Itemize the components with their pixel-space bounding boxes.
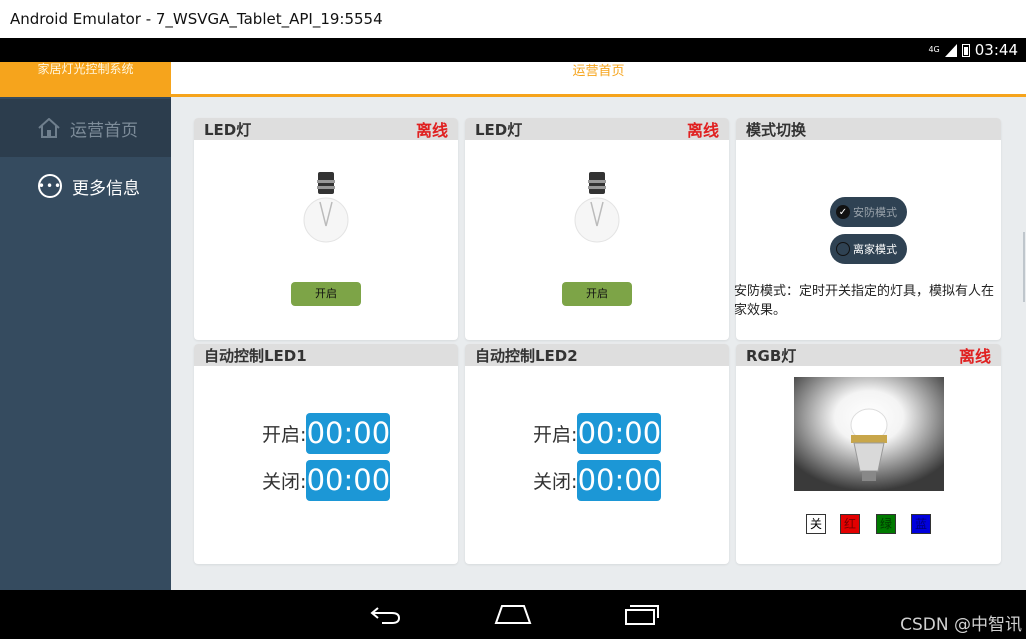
sidebar-item-more[interactable]: ••• 更多信息 bbox=[0, 157, 171, 215]
on-time-input[interactable]: 00:00 bbox=[306, 413, 391, 454]
top-bar: 运营首页 bbox=[171, 62, 1026, 97]
watermark: CSDN @中智讯 bbox=[900, 615, 1022, 635]
turn-on-button[interactable]: 开启 bbox=[562, 282, 632, 306]
signal-icon bbox=[944, 43, 957, 57]
recent-apps-icon[interactable] bbox=[624, 602, 660, 626]
away-mode-option[interactable]: 离家模式 bbox=[830, 234, 907, 264]
led-card-1: LED灯 离线 开启 bbox=[194, 118, 458, 340]
battery-icon bbox=[961, 43, 970, 57]
light-bulb-icon bbox=[303, 172, 349, 243]
green-color-button[interactable]: 绿 bbox=[876, 514, 896, 534]
auto-control-card-2: 自动控制LED2 开启: 00:00 关闭: 00:00 bbox=[465, 344, 729, 564]
network-indicator: 4G bbox=[928, 45, 940, 54]
card-header: 自动控制LED2 bbox=[465, 344, 729, 366]
off-time-input[interactable]: 00:00 bbox=[577, 460, 662, 501]
back-icon[interactable] bbox=[368, 604, 402, 624]
sidebar: 家居灯光控制系统 运营首页 ••• 更多信息 bbox=[0, 62, 171, 590]
mode-option-label: 离家模式 bbox=[853, 243, 897, 256]
more-icon: ••• bbox=[38, 174, 62, 198]
sidebar-item-label: 更多信息 bbox=[72, 178, 140, 199]
rgb-card: RGB灯 离线 关 红 绿 蓝 bbox=[736, 344, 1001, 564]
app-brand: 家居灯光控制系统 bbox=[0, 62, 171, 97]
app-screen: 家居灯光控制系统 运营首页 ••• 更多信息 运营首页 LED灯 离线 开启 L… bbox=[0, 62, 1026, 590]
off-time-input[interactable]: 00:00 bbox=[306, 460, 391, 501]
security-mode-option[interactable]: ✓ 安防模式 bbox=[830, 197, 907, 227]
card-header: 自动控制LED1 bbox=[194, 344, 458, 366]
card-title: 自动控制LED2 bbox=[475, 346, 578, 365]
card-header: RGB灯 离线 bbox=[736, 344, 1001, 366]
card-title: LED灯 bbox=[475, 120, 523, 139]
home-nav-icon[interactable] bbox=[494, 603, 532, 625]
off-time-row: 关闭: 00:00 bbox=[262, 460, 391, 501]
window-title: Android Emulator - 7_WSVGA_Tablet_API_19… bbox=[0, 0, 1026, 38]
check-icon: ✓ bbox=[836, 205, 850, 219]
card-title: 自动控制LED1 bbox=[204, 346, 307, 365]
status-badge: 离线 bbox=[686, 121, 719, 140]
blue-color-button[interactable]: 蓝 bbox=[911, 514, 931, 534]
scrollbar[interactable] bbox=[1023, 232, 1025, 302]
on-time-row: 开启: 00:00 bbox=[262, 413, 391, 454]
red-color-button[interactable]: 红 bbox=[840, 514, 860, 534]
clock: 03:44 bbox=[974, 41, 1018, 59]
card-header: 模式切换 bbox=[736, 118, 1001, 140]
turn-on-button[interactable]: 开启 bbox=[291, 282, 361, 306]
off-time-row: 关闭: 00:00 bbox=[533, 460, 662, 501]
mode-option-label: 安防模式 bbox=[853, 206, 897, 219]
mode-card: 模式切换 ✓ 安防模式 离家模式 安防模式：定时开关指定的灯具，模拟有人在家效果… bbox=[734, 118, 1001, 340]
android-status-bar: 4G 03:44 bbox=[0, 38, 1026, 62]
on-time-input[interactable]: 00:00 bbox=[577, 413, 662, 454]
radio-icon bbox=[836, 242, 850, 256]
sidebar-item-label: 运营首页 bbox=[70, 120, 138, 141]
on-time-row: 开启: 00:00 bbox=[533, 413, 662, 454]
sidebar-item-home[interactable]: 运营首页 bbox=[0, 99, 171, 157]
card-title: LED灯 bbox=[204, 120, 252, 139]
on-time-label: 开启: bbox=[262, 424, 307, 446]
led-card-2: LED灯 离线 开启 bbox=[465, 118, 729, 340]
light-bulb-icon bbox=[574, 172, 620, 243]
card-title: RGB灯 bbox=[746, 346, 797, 365]
card-header: LED灯 离线 bbox=[194, 118, 458, 140]
status-badge: 离线 bbox=[415, 121, 448, 140]
auto-control-card-1: 自动控制LED1 开启: 00:00 关闭: 00:00 bbox=[194, 344, 458, 564]
card-title: 模式切换 bbox=[746, 120, 807, 139]
off-time-label: 关闭: bbox=[533, 471, 578, 493]
off-time-label: 关闭: bbox=[262, 471, 307, 493]
home-icon bbox=[38, 118, 60, 138]
mode-description: 安防模式：定时开关指定的灯具，模拟有人在家效果。 bbox=[734, 284, 995, 318]
card-header: LED灯 离线 bbox=[465, 118, 729, 140]
android-nav-bar: CSDN @中智讯 bbox=[0, 590, 1026, 639]
status-badge: 离线 bbox=[958, 347, 991, 366]
on-time-label: 开启: bbox=[533, 424, 578, 446]
led-bulb-image bbox=[794, 377, 944, 491]
page-title: 运营首页 bbox=[572, 64, 625, 79]
off-color-button[interactable]: 关 bbox=[806, 514, 826, 534]
